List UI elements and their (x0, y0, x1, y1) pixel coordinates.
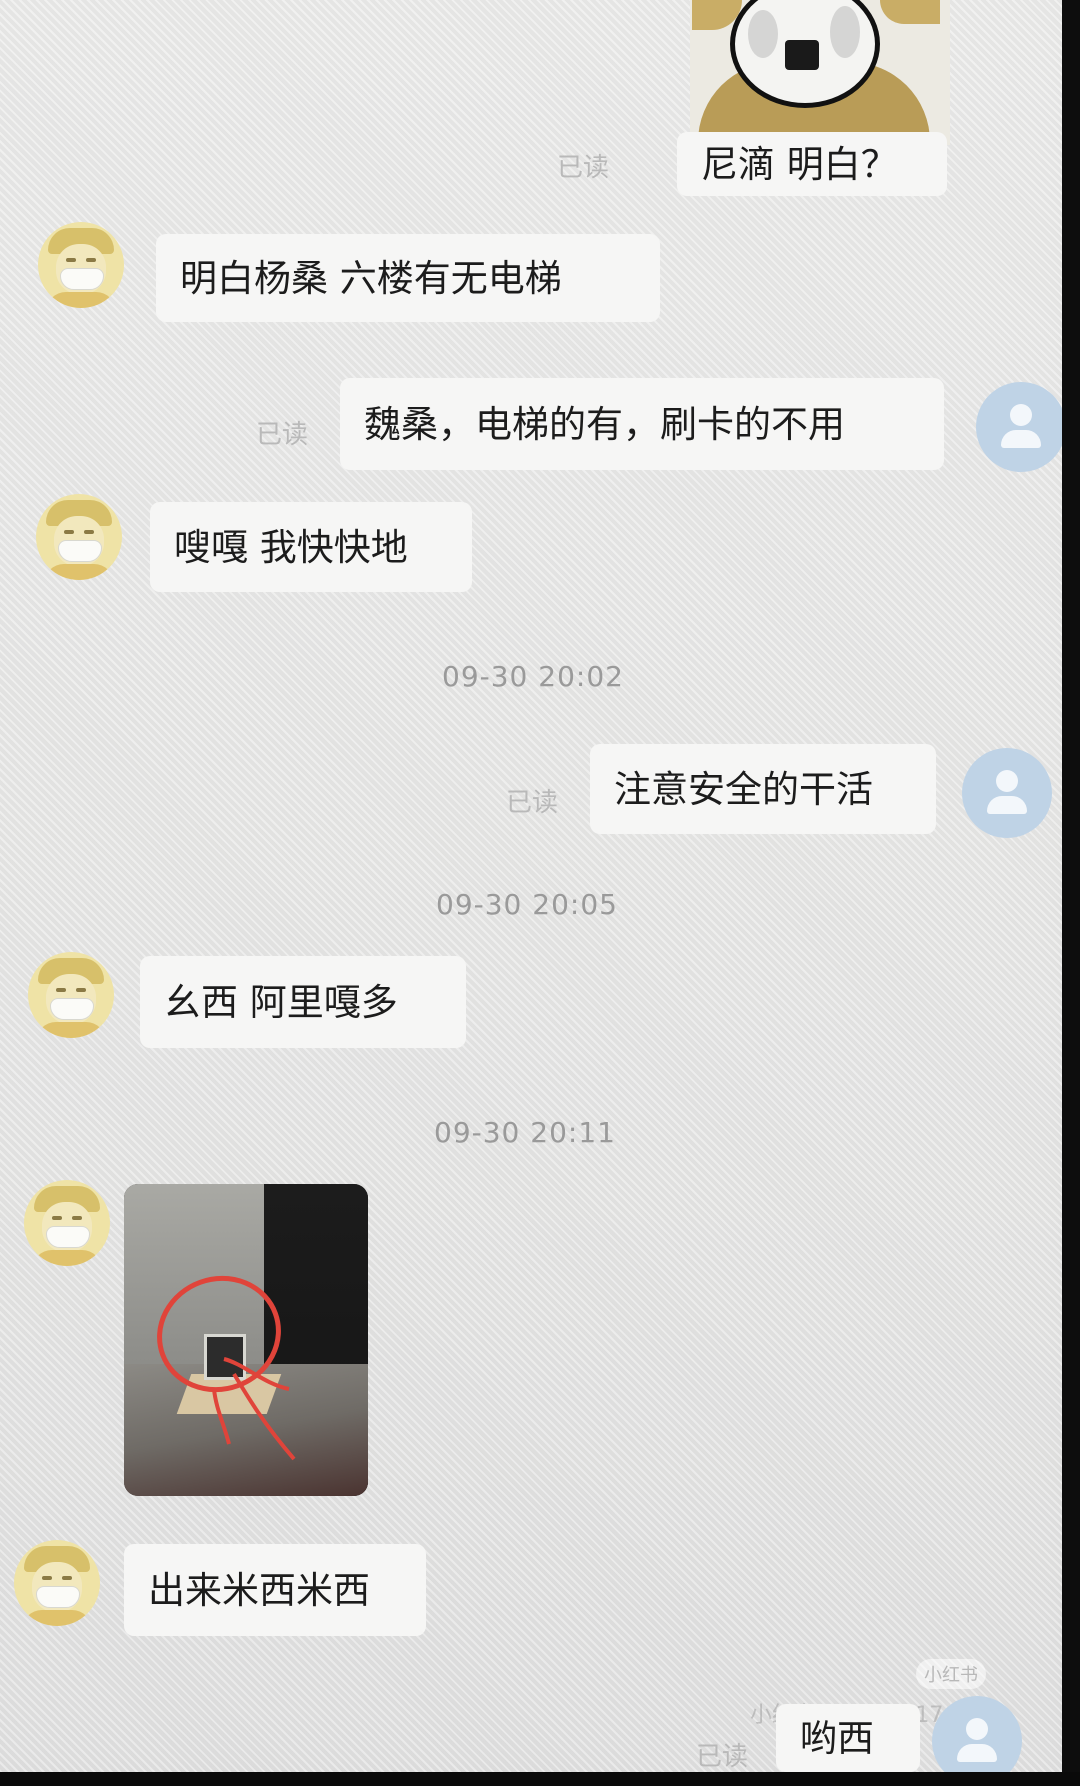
avatar-eye-left (42, 1576, 52, 1580)
screen-bezel-bottom (0, 1772, 1080, 1786)
avatar-mask (50, 998, 94, 1020)
sticker-eye-right (830, 6, 860, 58)
sticker-mustache (785, 40, 819, 70)
user-avatar[interactable] (976, 382, 1062, 472)
contact-avatar[interactable] (38, 222, 124, 308)
avatar-eye-right (84, 530, 94, 534)
contact-avatar[interactable] (24, 1180, 110, 1266)
red-annotation-icon (157, 1275, 296, 1461)
sticker-eye-left (748, 10, 778, 58)
avatar-eye-left (66, 258, 76, 262)
message-bubble-self[interactable]: 哟西 (776, 1704, 920, 1772)
avatar-body (957, 1744, 997, 1762)
read-status: 已读 (506, 788, 559, 818)
message-bubble-other[interactable]: 幺西 阿里嘎多 (140, 956, 466, 1048)
avatar-mask (60, 268, 104, 290)
message-bubble-other[interactable]: 嗖嘎 我快快地 (150, 502, 472, 592)
avatar-eye-right (76, 988, 86, 992)
message-bubble-self[interactable]: 尼滴 明白？ (677, 132, 947, 196)
avatar-collar (44, 564, 114, 580)
photo-message[interactable] (124, 1184, 368, 1496)
user-avatar[interactable] (962, 748, 1052, 838)
avatar-mask (58, 540, 102, 562)
user-avatar[interactable] (932, 1696, 1022, 1772)
timestamp: 09-30 20:11 (434, 1116, 616, 1149)
read-status: 已读 (557, 153, 610, 183)
read-status: 已读 (256, 420, 309, 450)
message-bubble-other[interactable]: 出来米西米西 (124, 1544, 426, 1636)
avatar-head (966, 1718, 988, 1740)
timestamp: 09-30 20:05 (436, 888, 618, 921)
message-bubble-self[interactable]: 注意安全的干活 (590, 744, 936, 834)
avatar-eye-right (86, 258, 96, 262)
avatar-body (1001, 430, 1041, 448)
message-bubble-self[interactable]: 魏桑，电梯的有，刷卡的不用 (340, 378, 944, 470)
timestamp: 09-30 20:02 (442, 660, 624, 693)
avatar-collar (36, 1022, 106, 1038)
avatar-collar (22, 1610, 92, 1626)
contact-avatar[interactable] (28, 952, 114, 1038)
avatar-mask (46, 1226, 90, 1248)
contact-avatar[interactable] (36, 494, 122, 580)
avatar-body (987, 796, 1027, 814)
sticker-image[interactable] (690, 0, 950, 145)
chat-screen: 已读 尼滴 明白？ 明白杨桑 六楼有无电梯 已读 魏桑，电梯的有，刷卡的不用 嗖… (0, 0, 1062, 1772)
avatar-eye-right (62, 1576, 72, 1580)
avatar-head (1010, 404, 1032, 426)
avatar-mask (36, 1586, 80, 1608)
screen-bezel (1062, 0, 1080, 1786)
contact-avatar[interactable] (14, 1540, 100, 1626)
avatar-eye-left (52, 1216, 62, 1220)
avatar-collar (46, 292, 116, 308)
avatar-eye-left (64, 530, 74, 534)
read-status: 已读 (696, 1742, 749, 1772)
avatar-collar (32, 1250, 102, 1266)
watermark-logo: 小红书 (916, 1659, 986, 1689)
avatar-eye-left (56, 988, 66, 992)
avatar-eye-right (72, 1216, 82, 1220)
message-bubble-other[interactable]: 明白杨桑 六楼有无电梯 (156, 234, 660, 322)
avatar-head (996, 770, 1018, 792)
